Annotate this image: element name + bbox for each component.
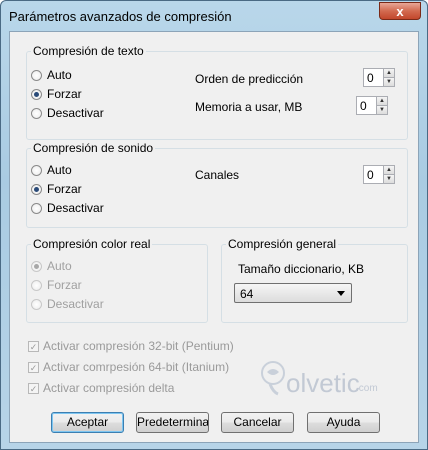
spin-up-icon[interactable]: ▲	[377, 97, 387, 105]
title-bar[interactable]: Parámetros avanzados de compresión x	[1, 1, 427, 31]
text-compression-title: Compresión de texto	[31, 44, 146, 58]
color-radio-auto: Auto	[31, 259, 72, 273]
memory-spinner[interactable]: 0 ▲ ▼	[356, 96, 388, 115]
default-button[interactable]: Predeterminado	[136, 412, 209, 433]
radio-label: Forzar	[47, 278, 82, 292]
dictionary-size-label: Tamaño diccionario, KB	[238, 262, 365, 276]
order-prediction-value[interactable]: 0	[363, 68, 383, 87]
color-compression-group: Compresión color real Auto Forzar Desact…	[26, 237, 208, 323]
dialog-client-area: Compresión de texto Auto Forzar Desactiv…	[9, 31, 419, 443]
checkbox-label: Activar compresión delta	[43, 381, 175, 395]
radio-label: Auto	[47, 259, 72, 273]
check-icon: ✓	[28, 382, 39, 394]
order-prediction-label: Orden de predicción	[195, 72, 304, 86]
radio-label: Desactivar	[47, 106, 104, 120]
channels-value[interactable]: 0	[363, 165, 383, 184]
radio-label: Forzar	[47, 87, 82, 101]
radio-dot	[34, 91, 39, 97]
radio-circle	[31, 279, 42, 291]
radio-circle	[31, 69, 42, 81]
spin-up-icon[interactable]: ▲	[384, 166, 394, 174]
cancel-button[interactable]: Cancelar	[221, 412, 294, 433]
text-radio-auto[interactable]: Auto	[31, 68, 72, 82]
dialog-window: Parámetros avanzados de compresión x Com…	[0, 0, 428, 450]
close-button[interactable]: x	[379, 2, 421, 20]
radio-dot	[34, 263, 39, 269]
checkbox-delta: ✓ Activar compresión delta	[28, 381, 174, 395]
order-prediction-spinner[interactable]: 0 ▲ ▼	[363, 68, 395, 87]
radio-label: Forzar	[47, 182, 82, 196]
spin-down-icon[interactable]: ▼	[384, 174, 394, 183]
accept-button[interactable]: Aceptar	[51, 412, 124, 433]
sound-radio-auto[interactable]: Auto	[31, 163, 72, 177]
radio-circle	[31, 260, 42, 272]
radio-label: Auto	[47, 68, 72, 82]
text-compression-group: Compresión de texto Auto Forzar Desactiv…	[26, 44, 408, 140]
help-button[interactable]: Ayuda	[307, 412, 380, 433]
chevron-down-icon[interactable]	[337, 291, 345, 296]
close-icon: x	[396, 3, 404, 19]
spinner-arrows[interactable]: ▲ ▼	[376, 96, 388, 115]
color-radio-desactivar: Desactivar	[31, 297, 104, 311]
check-icon: ✓	[28, 361, 39, 373]
solvetic-logo-icon	[261, 361, 285, 396]
channels-spinner[interactable]: 0 ▲ ▼	[363, 165, 395, 184]
general-compression-group: Compresión general Tamaño diccionario, K…	[221, 237, 408, 323]
dictionary-size-value: 64	[240, 287, 254, 301]
check-icon: ✓	[28, 340, 39, 352]
window-title: Parámetros avanzados de compresión	[9, 9, 232, 24]
spinner-arrows[interactable]: ▲ ▼	[383, 165, 395, 184]
watermark-word: olvetic	[286, 368, 360, 398]
spinner-arrows[interactable]: ▲ ▼	[383, 68, 395, 87]
radio-circle	[31, 88, 42, 100]
channels-label: Canales	[195, 168, 240, 182]
sound-compression-group: Compresión de sonido Auto Forzar Desacti…	[26, 141, 408, 228]
radio-circle	[31, 298, 42, 310]
radio-circle	[31, 107, 42, 119]
checkbox-label: Activar compresión 32-bit (Pentium)	[43, 339, 234, 353]
radio-label: Desactivar	[47, 201, 104, 215]
spin-up-icon[interactable]: ▲	[384, 69, 394, 77]
sound-radio-forzar[interactable]: Forzar	[31, 182, 82, 196]
radio-label: Desactivar	[47, 297, 104, 311]
sound-compression-title: Compresión de sonido	[31, 141, 156, 155]
solvetic-watermark: olvetic .com	[260, 360, 380, 400]
watermark-suffix: .com	[356, 383, 378, 394]
radio-circle	[31, 164, 42, 176]
checkbox-label: Activar comrpesión 64-bit (Itanium)	[43, 360, 230, 374]
text-radio-desactivar[interactable]: Desactivar	[31, 106, 104, 120]
spin-down-icon[interactable]: ▼	[384, 77, 394, 86]
radio-dot	[34, 186, 39, 192]
memory-value[interactable]: 0	[356, 96, 376, 115]
checkbox-64bit: ✓ Activar comrpesión 64-bit (Itanium)	[28, 360, 229, 374]
checkbox-32bit: ✓ Activar compresión 32-bit (Pentium)	[28, 339, 234, 353]
text-radio-forzar[interactable]: Forzar	[31, 87, 82, 101]
radio-circle	[31, 183, 42, 195]
spin-down-icon[interactable]: ▼	[377, 105, 387, 114]
dictionary-size-dropdown[interactable]: 64	[234, 283, 352, 303]
radio-circle	[31, 202, 42, 214]
color-compression-title: Compresión color real	[31, 237, 153, 251]
general-compression-title: Compresión general	[226, 237, 339, 251]
color-radio-forzar: Forzar	[31, 278, 82, 292]
sound-radio-desactivar[interactable]: Desactivar	[31, 201, 104, 215]
memory-label: Memoria a usar, MB	[195, 100, 303, 114]
radio-label: Auto	[47, 163, 72, 177]
